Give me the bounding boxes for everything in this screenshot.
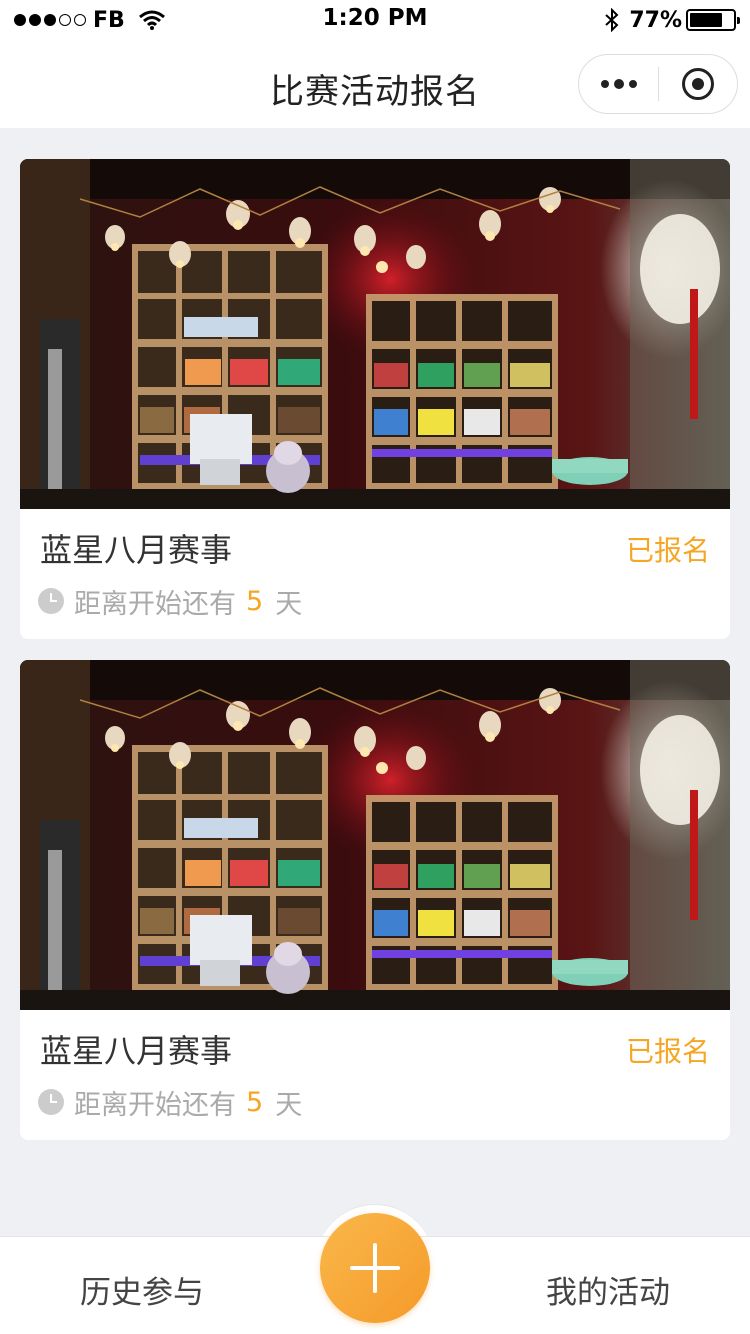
- tab-history[interactable]: 历史参与: [80, 1267, 204, 1312]
- event-card[interactable]: 蓝星八月赛事 已报名 距离开始还有 5 天: [20, 159, 730, 639]
- bluetooth-icon: [605, 8, 619, 32]
- countdown-prefix: 距离开始还有: [74, 1089, 236, 1121]
- event-countdown: 距离开始还有 5 天: [38, 1085, 303, 1121]
- tab-my-events[interactable]: 我的活动: [546, 1267, 670, 1312]
- status-right: 77%: [605, 6, 740, 34]
- mini-program-capsule: [578, 54, 738, 114]
- event-title: 蓝星八月赛事: [40, 531, 233, 569]
- battery-icon: [686, 9, 740, 31]
- event-title: 蓝星八月赛事: [40, 1032, 233, 1070]
- countdown-days: 5: [246, 585, 264, 617]
- registration-status-badge: 已报名: [625, 534, 710, 567]
- countdown-days: 5: [246, 1086, 264, 1118]
- event-countdown: 距离开始还有 5 天: [38, 584, 303, 620]
- countdown-suffix: 天: [275, 1089, 303, 1121]
- clock-icon: [38, 588, 64, 614]
- countdown-prefix: 距离开始还有: [74, 588, 236, 620]
- battery-fill: [690, 13, 723, 27]
- event-card[interactable]: 蓝星八月赛事 已报名 距离开始还有 5 天: [20, 660, 730, 1140]
- plus-icon[interactable]: [320, 1213, 430, 1323]
- more-dots-icon[interactable]: [579, 55, 658, 113]
- clock-icon: [38, 1089, 64, 1115]
- nav-bar: 比赛活动报名: [0, 40, 750, 128]
- status-bar: FB 1:20 PM 77%: [0, 0, 750, 40]
- event-image: [20, 159, 730, 509]
- registration-status-badge: 已报名: [625, 1035, 710, 1068]
- battery-percent: 77%: [629, 7, 682, 33]
- event-image: [20, 660, 730, 1010]
- countdown-suffix: 天: [275, 588, 303, 620]
- target-close-icon[interactable]: [659, 55, 737, 113]
